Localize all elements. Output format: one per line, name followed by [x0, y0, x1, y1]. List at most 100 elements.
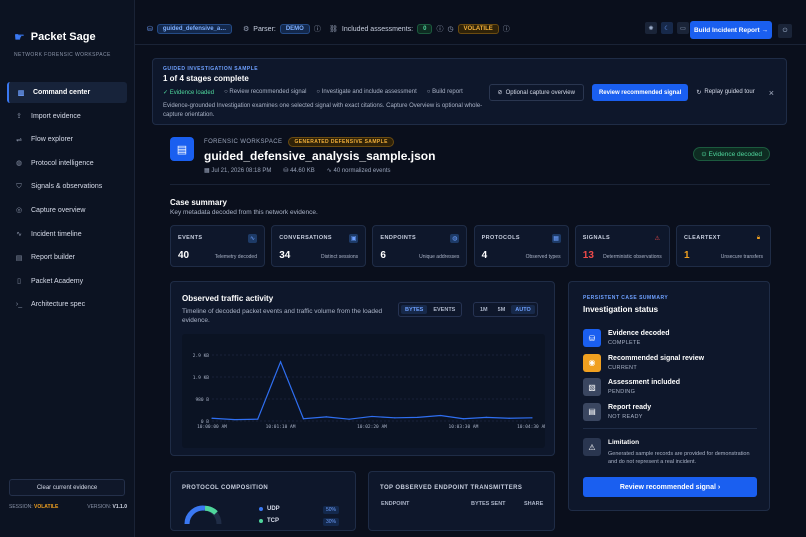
status-review-signal-button[interactable]: Review recommended signal › [583, 477, 757, 497]
banner-title: 1 of 4 stages complete [163, 74, 249, 83]
protocol-donut [184, 505, 222, 524]
traffic-point [508, 417, 510, 419]
sidebar-item-label: Command center [33, 89, 91, 96]
status-item-label: Report ready [608, 403, 652, 411]
build-report-button[interactable]: Build Incident Report → [690, 21, 772, 39]
brand[interactable]: ☛ Packet Sage [14, 30, 96, 44]
stat-label: ENDPOINTS [380, 235, 417, 241]
sidebar: ☛ Packet Sage NETWORK FORENSIC WORKSPACE… [0, 0, 135, 537]
endpoint-header: ENDPOINT [381, 501, 410, 507]
stat-card-signals[interactable]: SIGNALS ⚠ 13 Deterministic observations [574, 225, 670, 267]
sidebar-item-flow-explorer[interactable]: ⇌ Flow explorer [7, 129, 127, 150]
layers-icon: ▦ [551, 234, 561, 243]
brand-subtitle: NETWORK FORENSIC WORKSPACE [14, 52, 111, 58]
power-icon[interactable]: ⏻ [778, 24, 792, 38]
info-icon[interactable]: ⓘ [503, 24, 510, 34]
traffic-point [348, 418, 350, 420]
theme-system-icon[interactable]: ▭ [677, 22, 689, 34]
upload-icon: ⇪ [16, 113, 22, 121]
drive-icon: ⛁ [283, 168, 289, 174]
traffic-point [302, 418, 305, 420]
banner-kicker: GUIDED INVESTIGATION SAMPLE [163, 66, 259, 72]
stat-value: 1 [684, 250, 690, 261]
info-icon[interactable]: ⓘ [314, 24, 321, 34]
target-icon: ◉ [583, 353, 601, 372]
logo-icon: ☛ [14, 30, 25, 44]
protocol-composition-panel: PROTOCOL COMPOSITION UDP 50% TCP 30% [170, 471, 356, 531]
stat-label: SIGNALS [582, 235, 611, 241]
status-item-report-ready: ▤ Report ready NOT READY [583, 402, 763, 423]
stat-note: Unsecure transfers [720, 254, 763, 260]
legend-item-tcp: TCP [259, 518, 279, 524]
book-icon: ▯ [17, 278, 21, 286]
stat-card-cleartext[interactable]: CLEARTEXT 🔒︎ 1 Unsecure transfers [676, 225, 771, 267]
guided-step: ✓ Evidence loaded [163, 90, 215, 96]
info-icon[interactable]: ⓘ [436, 24, 443, 34]
sidebar-item-incident-timeline[interactable]: ∿ Incident timeline [7, 224, 127, 245]
sidebar-item-signals-observations[interactable]: ⛉ Signals & observations [7, 176, 127, 197]
traffic-point [485, 416, 487, 418]
x-tick-label: 10:00:00 AM [197, 424, 227, 430]
stat-value: 4 [481, 250, 488, 261]
status-item-label: Evidence decoded [608, 330, 670, 337]
theme-light-icon[interactable]: ✺ [645, 22, 657, 34]
range-auto[interactable]: AUTO [511, 305, 535, 314]
replay-tour-button[interactable]: ↻ Replay guided tour [696, 89, 754, 96]
range-1m[interactable]: 1M [476, 305, 492, 314]
legend-dot [259, 519, 263, 523]
document-icon: ▤ [583, 402, 601, 421]
pulse-icon: ∿ [16, 231, 22, 239]
status-item-evidence-decoded: ⛁ Evidence decoded COMPLETE [583, 329, 763, 349]
status-kicker: PERSISTENT CASE SUMMARY [583, 295, 669, 301]
traffic-title: Observed traffic activity [182, 294, 274, 303]
investigation-status-panel: PERSISTENT CASE SUMMARY Investigation st… [568, 281, 770, 511]
stat-card-protocols[interactable]: PROTOCOLS ▦ 4 Observed types [473, 225, 569, 267]
terminal-icon: ›_ [15, 301, 23, 309]
traffic-point [279, 361, 282, 363]
sidebar-item-architecture-spec[interactable]: ›_ Architecture spec [7, 294, 127, 315]
review-signal-button[interactable]: Review recommended signal [591, 84, 689, 101]
optional-overview-button[interactable]: ⊘ Optional capture overview [488, 84, 584, 101]
sidebar-item-packet-academy[interactable]: ▯ Packet Academy [7, 271, 127, 292]
sidebar-item-command-center[interactable]: ▥ Command center [7, 82, 127, 103]
bytes-toggle[interactable]: BYTES [401, 305, 428, 314]
file-size: ⛁ 44.60 KB [283, 168, 315, 174]
traffic-point [439, 414, 442, 417]
bytes-sent-header: BYTES SENT [471, 501, 506, 507]
limitation-text: Generated sample records are provided fo… [608, 451, 750, 465]
stat-card-conversations[interactable]: CONVERSATIONS ▣ 34 Distinct sessions [271, 225, 367, 267]
guided-step: ○ Investigate and include assessment [316, 89, 417, 95]
events-toggle[interactable]: EVENTS [429, 305, 459, 314]
stat-note: Distinct sessions [320, 254, 359, 260]
sidebar-item-capture-overview[interactable]: ◎ Capture overview [7, 200, 127, 221]
limitation-title: Limitation [608, 439, 640, 446]
sidebar-item-import-evidence[interactable]: ⇪ Import evidence [7, 106, 127, 127]
stat-card-events[interactable]: EVENTS ∿ 40 Telemetry decoded [170, 225, 265, 267]
file-name-chip[interactable]: guided_defensive_a… [156, 24, 233, 34]
assessments-count: 0 [417, 24, 433, 34]
pulse-icon: ∿ [326, 168, 332, 174]
shield-icon: ⛉ [16, 182, 22, 190]
stat-card-endpoints[interactable]: ENDPOINTS ◍ 6 Unique addresses [372, 225, 468, 267]
clear-evidence-button[interactable]: Clear current evidence [9, 479, 125, 496]
sidebar-item-protocol-intelligence[interactable]: ◍ Protocol intelligence [7, 153, 127, 174]
sidebar-item-label: Architecture spec [31, 301, 86, 309]
check-circle-icon: ⊙ [701, 151, 707, 158]
database-icon: ⛁ [583, 329, 601, 347]
sidebar-item-report-builder[interactable]: ▤ Report builder [7, 247, 127, 268]
range-toggle: 1M 5M AUTO [473, 302, 538, 317]
top-bar: ⛁ guided_defensive_a… ⚙ Parser: DEMO ⓘ ⛓… [135, 16, 806, 45]
status-item-state: COMPLETE [608, 340, 641, 346]
document-icon: ▤ [170, 137, 194, 161]
file-header: ▤ FORENSIC WORKSPACE GENERATED DEFENSIVE… [170, 137, 770, 185]
compass-icon: ◎ [15, 207, 23, 215]
close-icon[interactable]: × [769, 88, 774, 98]
legend-dot [259, 507, 263, 511]
guided-step: ○ Review recommended signal [224, 89, 307, 95]
status-item-state: PENDING [608, 389, 636, 395]
legend-count: 30% [323, 518, 340, 526]
range-5m[interactable]: 5M [494, 305, 510, 314]
theme-dark-icon[interactable]: ☾ [661, 22, 673, 34]
chat-icon: ▣ [349, 234, 359, 243]
stat-note: Observed types [525, 254, 561, 260]
